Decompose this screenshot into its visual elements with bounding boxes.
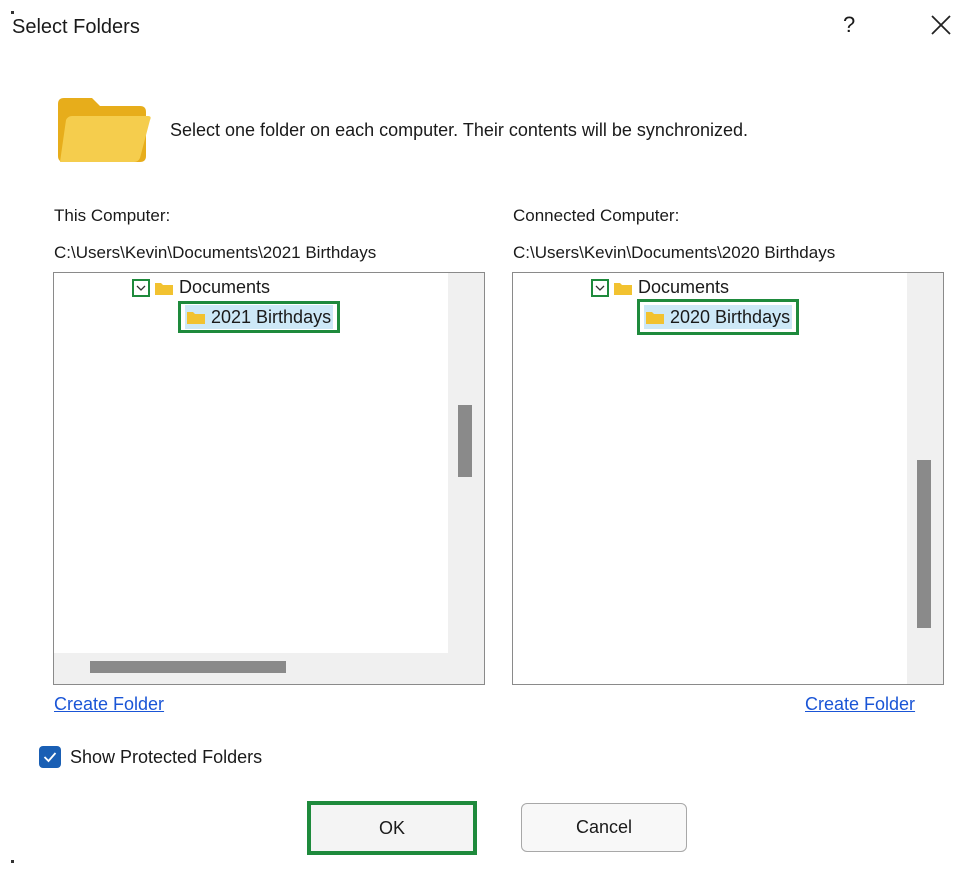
folder-icon xyxy=(187,312,205,324)
tree-item-selected[interactable]: 2021 Birthdays xyxy=(178,301,341,333)
expand-chevron[interactable] xyxy=(132,278,150,297)
folder-icon xyxy=(646,312,664,324)
window-corner-mark xyxy=(11,860,14,863)
horizontal-scrollbar[interactable] xyxy=(54,653,448,684)
close-icon xyxy=(931,15,951,35)
scroll-thumb[interactable] xyxy=(917,460,931,628)
ok-button[interactable]: OK xyxy=(307,801,477,855)
dialog-title: Select Folders xyxy=(12,16,140,38)
vertical-scrollbar[interactable] xyxy=(448,273,484,684)
right-folder-tree[interactable]: Documents 2020 Birthdays xyxy=(512,272,944,685)
help-button[interactable]: ? xyxy=(843,12,855,38)
tree-item-documents[interactable]: Documents xyxy=(591,277,729,298)
connected-computer-label: Connected Computer: xyxy=(513,206,680,225)
this-computer-label: This Computer: xyxy=(54,206,171,225)
folder-icon xyxy=(56,96,152,166)
vertical-scrollbar[interactable] xyxy=(907,273,943,684)
left-folder-tree[interactable]: Documents 2021 Birthdays xyxy=(53,272,485,685)
show-protected-checkbox[interactable] xyxy=(39,746,61,768)
show-protected-option[interactable]: Show Protected Folders xyxy=(39,746,262,768)
create-folder-link-left[interactable]: Create Folder xyxy=(54,694,164,715)
chevron-down-icon xyxy=(136,285,146,291)
folder-icon xyxy=(614,282,632,295)
tree-item-selected[interactable]: 2020 Birthdays xyxy=(637,299,800,335)
folder-icon xyxy=(155,282,173,295)
close-button[interactable] xyxy=(928,12,954,38)
create-folder-link-right[interactable]: Create Folder xyxy=(805,694,915,715)
tree-item-documents[interactable]: Documents xyxy=(132,277,270,298)
window-corner-mark xyxy=(11,11,14,14)
connected-computer-path: C:\Users\Kevin\Documents\2020 Birthdays xyxy=(513,243,836,262)
cancel-button[interactable]: Cancel xyxy=(521,803,687,852)
ok-button-label: OK xyxy=(378,817,405,838)
checkmark-icon xyxy=(43,752,57,763)
expand-chevron[interactable] xyxy=(591,278,609,297)
this-computer-path: C:\Users\Kevin\Documents\2021 Birthdays xyxy=(54,243,377,262)
show-protected-label: Show Protected Folders xyxy=(70,746,263,767)
chevron-down-icon xyxy=(595,285,605,291)
tree-item-label: 2020 Birthdays xyxy=(670,306,791,327)
scroll-thumb[interactable] xyxy=(90,661,286,673)
tree-item-label: 2021 Birthdays xyxy=(211,306,332,327)
tree-item-label: Documents xyxy=(179,277,271,297)
dialog-description: Select one folder on each computer. Thei… xyxy=(170,120,748,140)
scroll-thumb[interactable] xyxy=(458,405,472,477)
cancel-button-label: Cancel xyxy=(575,817,633,837)
tree-item-label: Documents xyxy=(638,277,730,297)
